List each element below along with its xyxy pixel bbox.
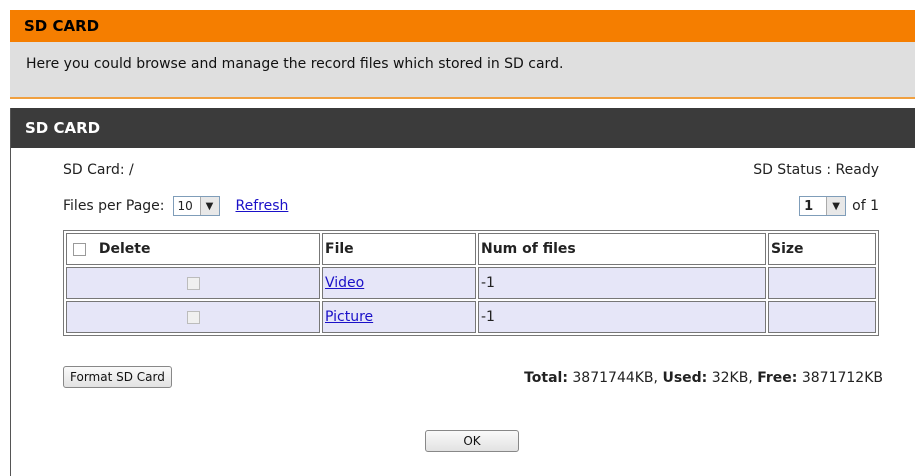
num-files-cell: -1 bbox=[478, 301, 766, 333]
storage-totals: Total: 3871744KB, Used: 32KB, Free: 3871… bbox=[524, 370, 883, 386]
files-per-page-select[interactable]: 10 ▼ bbox=[172, 196, 220, 216]
top-header-title: SD CARD bbox=[24, 17, 100, 35]
select-all-checkbox[interactable] bbox=[73, 242, 86, 256]
delete-cell bbox=[66, 267, 320, 299]
size-cell bbox=[768, 267, 876, 299]
table-row: Video -1 bbox=[66, 267, 876, 299]
sd-card-path: SD Card: / bbox=[63, 162, 134, 178]
used-value: 32KB, bbox=[707, 370, 758, 386]
table-header-row: Delete File Num of files Size bbox=[66, 233, 876, 265]
intro-banner: Here you could browse and manage the rec… bbox=[10, 42, 915, 99]
page-selector: 1 ▼ of 1 bbox=[799, 196, 879, 216]
size-header: Size bbox=[768, 233, 876, 265]
refresh-link[interactable]: Refresh bbox=[236, 198, 289, 214]
intro-text: Here you could browse and manage the rec… bbox=[26, 56, 564, 72]
sd-status: SD Status : Ready bbox=[753, 162, 879, 178]
delete-header: Delete bbox=[66, 233, 320, 265]
used-label: Used: bbox=[662, 370, 708, 386]
file-header: File bbox=[322, 233, 476, 265]
files-per-page-value: 10 bbox=[177, 199, 193, 213]
sd-card-panel: SD CARD SD Card: / SD Status : Ready Fil… bbox=[10, 108, 915, 476]
row-checkbox[interactable] bbox=[186, 276, 200, 290]
page-count: of 1 bbox=[852, 198, 879, 214]
files-per-page-row: Files per Page: 10 ▼ Refresh bbox=[63, 196, 288, 216]
delete-header-label: Delete bbox=[98, 241, 151, 257]
file-link-video[interactable]: Video bbox=[325, 275, 364, 291]
page-value: 1 bbox=[804, 198, 814, 214]
free-value: 3871712KB bbox=[797, 370, 883, 386]
panel-header: SD CARD bbox=[11, 108, 915, 148]
total-label: Total: bbox=[524, 370, 568, 386]
file-cell: Video bbox=[322, 267, 476, 299]
file-link-picture[interactable]: Picture bbox=[325, 309, 373, 325]
top-header: SD CARD bbox=[10, 10, 915, 42]
files-per-page-label: Files per Page: bbox=[63, 198, 165, 214]
file-cell: Picture bbox=[322, 301, 476, 333]
free-label: Free: bbox=[757, 370, 798, 386]
bottom-row: Format SD Card Total: 3871744KB, Used: 3… bbox=[63, 366, 883, 392]
files-table: Delete File Num of files Size Video -1 P… bbox=[63, 230, 879, 336]
row-checkbox[interactable] bbox=[186, 310, 200, 324]
page-select[interactable]: 1 ▼ bbox=[799, 196, 847, 216]
num-files-cell: -1 bbox=[478, 267, 766, 299]
num-files-header: Num of files bbox=[478, 233, 766, 265]
total-value: 3871744KB, bbox=[567, 370, 663, 386]
delete-cell bbox=[66, 301, 320, 333]
table-row: Picture -1 bbox=[66, 301, 876, 333]
ok-button[interactable]: OK bbox=[425, 430, 519, 452]
panel-title: SD CARD bbox=[25, 119, 101, 137]
chevron-down-icon[interactable]: ▼ bbox=[826, 197, 846, 215]
chevron-down-icon[interactable]: ▼ bbox=[199, 197, 219, 215]
size-cell bbox=[768, 301, 876, 333]
format-sd-card-button[interactable]: Format SD Card bbox=[63, 366, 172, 388]
